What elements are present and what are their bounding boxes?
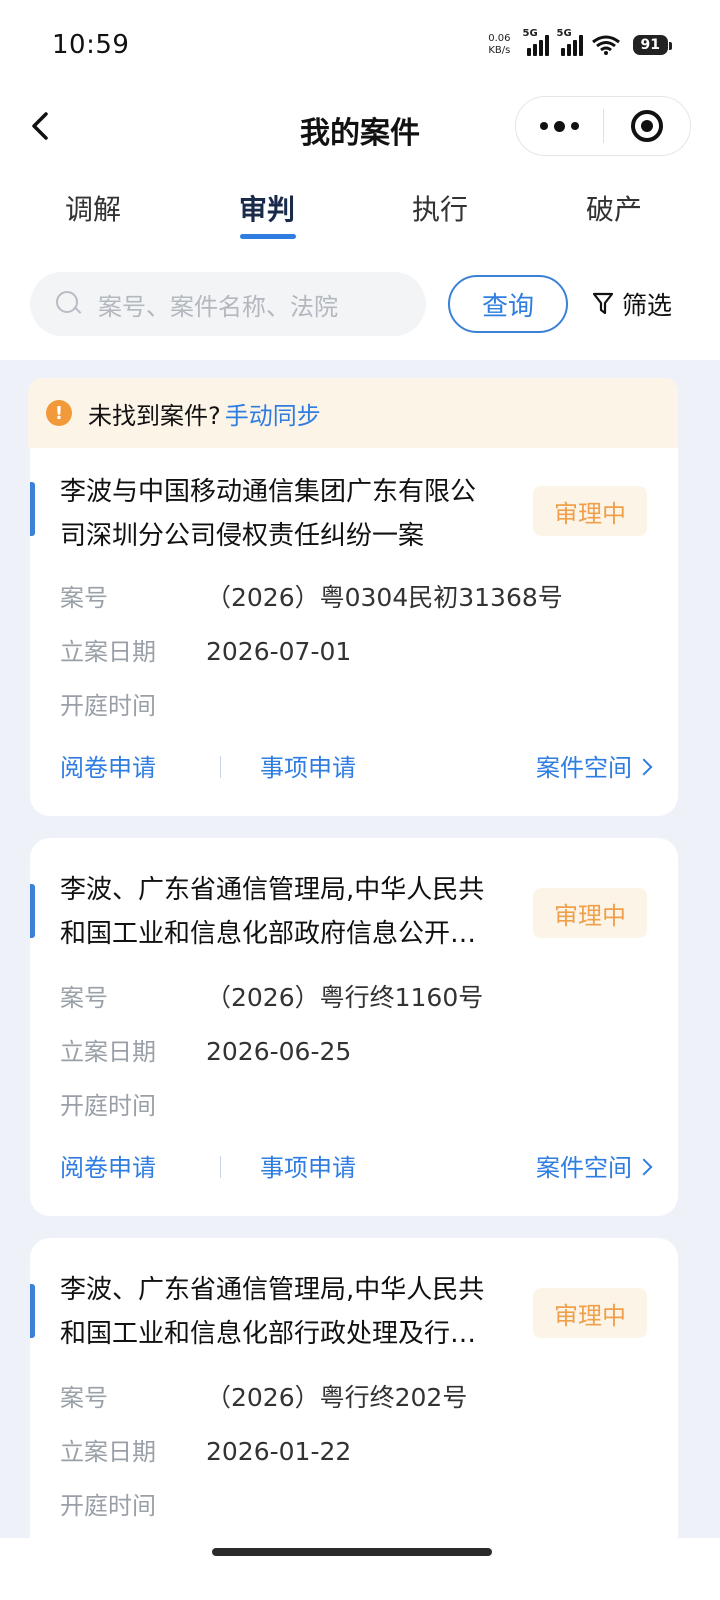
case-title-line: 李波、广东省通信管理局,中华人民共 <box>60 875 485 905</box>
tab-execution[interactable]: 执行 <box>380 188 500 228</box>
tab-trial[interactable]: 审判 <box>207 188 327 228</box>
mini-program-capsule <box>515 96 691 156</box>
case-space-label: 案件空间 <box>536 754 632 782</box>
action-divider <box>220 756 221 778</box>
sim1-label: 5G <box>522 28 538 39</box>
manual-sync-link[interactable]: 手动同步 <box>225 396 321 431</box>
case-title-line: 和国工业和信息化部政府信息公开… <box>60 919 477 949</box>
notice-text: 未找到案件? <box>88 401 221 430</box>
more-dots-icon[interactable] <box>516 97 603 155</box>
signal-icon: 5G <box>557 28 583 56</box>
action-divider <box>220 1156 221 1178</box>
case-card[interactable]: 李波与中国移动通信集团广东有限公 司深圳分公司侵权责任纠纷一案 审理中 案号 （2… <box>30 448 678 816</box>
filter-button[interactable]: 筛选 <box>592 286 672 322</box>
filing-date-value: 2026-06-25 <box>206 1037 352 1066</box>
case-no-row: 案号 （2026）粤0304民初31368号 <box>60 578 563 614</box>
status-badge: 审理中 <box>533 1288 647 1338</box>
case-space-link[interactable]: 案件空间 <box>536 1148 653 1183</box>
nav-header: 我的案件 <box>0 90 720 164</box>
signal-icon: 5G <box>523 28 549 56</box>
status-badge: 审理中 <box>533 888 647 938</box>
warning-icon: ! <box>46 400 72 426</box>
read-file-request-link[interactable]: 阅卷申请 <box>60 1148 156 1183</box>
filing-date-row: 立案日期 2026-07-01 <box>60 632 351 667</box>
target-close-icon[interactable] <box>604 97 690 155</box>
hearing-time-row: 开庭时间 <box>60 686 206 721</box>
active-tab-indicator <box>240 234 296 239</box>
card-accent <box>30 1284 35 1338</box>
matter-request-link[interactable]: 事项申请 <box>260 748 356 783</box>
case-no-label: 案号 <box>60 584 108 612</box>
filing-date-label: 立案日期 <box>60 1438 156 1466</box>
case-title-line: 和国工业和信息化部行政处理及行… <box>60 1319 477 1349</box>
case-type-tabs: 调解 审判 执行 破产 <box>0 180 720 246</box>
hearing-time-row: 开庭时间 <box>60 1486 206 1521</box>
read-file-request-link[interactable]: 阅卷申请 <box>60 748 156 783</box>
case-card[interactable]: 李波、广东省通信管理局,中华人民共 和国工业和信息化部行政处理及行… 审理中 案… <box>30 1238 678 1568</box>
case-no-value: （2026）粤行终202号 <box>206 1383 468 1412</box>
status-bar: 10:59 0.06 KB/s 5G 5G 91 <box>0 0 720 90</box>
filing-date-row: 立案日期 2026-01-22 <box>60 1432 351 1467</box>
status-badge: 审理中 <box>533 486 647 536</box>
tab-mediation[interactable]: 调解 <box>33 188 153 228</box>
net-speed: 0.06 KB/s <box>488 33 510 57</box>
chevron-right-icon <box>635 1158 653 1175</box>
case-space-label: 案件空间 <box>536 1154 632 1182</box>
case-actions: 阅卷申请 事项申请 案件空间 <box>60 748 653 788</box>
hearing-time-label: 开庭时间 <box>60 1492 156 1520</box>
case-no-label: 案号 <box>60 1384 108 1412</box>
case-no-row: 案号 （2026）粤行终202号 <box>60 1378 467 1414</box>
hearing-time-row: 开庭时间 <box>60 1086 206 1121</box>
case-title-line: 李波、广东省通信管理局,中华人民共 <box>60 1275 485 1305</box>
sim2-label: 5G <box>556 28 572 39</box>
wifi-icon <box>591 35 620 55</box>
case-space-link[interactable]: 案件空间 <box>536 748 653 783</box>
tab-bankruptcy[interactable]: 破产 <box>554 188 674 228</box>
filter-funnel-icon <box>592 292 614 315</box>
home-indicator[interactable] <box>212 1548 492 1556</box>
status-time: 10:59 <box>52 30 130 60</box>
matter-request-link[interactable]: 事项申请 <box>260 1148 356 1183</box>
case-no-value: （2026）粤行终1160号 <box>206 983 484 1012</box>
sync-notice: ! 未找到案件? 手动同步 <box>28 378 678 448</box>
battery-icon: 91 <box>632 35 673 55</box>
case-no-row: 案号 （2026）粤行终1160号 <box>60 978 483 1014</box>
case-title-line: 李波与中国移动通信集团广东有限公 <box>60 477 477 507</box>
hearing-time-label: 开庭时间 <box>60 692 156 720</box>
query-button[interactable]: 查询 <box>448 275 568 333</box>
case-actions: 阅卷申请 事项申请 案件空间 <box>60 1148 653 1188</box>
filter-label: 筛选 <box>622 291 673 320</box>
case-title: 李波、广东省通信管理局,中华人民共 和国工业和信息化部政府信息公开… <box>60 868 510 956</box>
case-title: 李波、广东省通信管理局,中华人民共 和国工业和信息化部行政处理及行… <box>60 1268 510 1356</box>
case-no-value: （2026）粤0304民初31368号 <box>206 583 563 612</box>
filing-date-label: 立案日期 <box>60 1038 156 1066</box>
search-placeholder: 案号、案件名称、法院 <box>98 292 338 321</box>
filing-date-row: 立案日期 2026-06-25 <box>60 1032 351 1067</box>
card-accent <box>30 884 35 938</box>
card-accent <box>30 482 35 536</box>
case-no-label: 案号 <box>60 984 108 1012</box>
case-card[interactable]: 李波、广东省通信管理局,中华人民共 和国工业和信息化部政府信息公开… 审理中 案… <box>30 838 678 1216</box>
search-icon <box>56 291 82 317</box>
case-list: ! 未找到案件? 手动同步 李波与中国移动通信集团广东有限公 司深圳分公司侵权责… <box>0 360 720 1568</box>
chevron-right-icon <box>635 758 653 775</box>
filing-date-label: 立案日期 <box>60 638 156 666</box>
filing-date-value: 2026-07-01 <box>206 637 352 666</box>
net-speed-value: 0.06 <box>488 33 511 44</box>
search-input[interactable]: 案号、案件名称、法院 <box>30 272 426 336</box>
case-title-line: 司深圳分公司侵权责任纠纷一案 <box>60 521 425 551</box>
net-speed-unit: KB/s <box>488 45 511 56</box>
filing-date-value: 2026-01-22 <box>206 1437 352 1466</box>
hearing-time-label: 开庭时间 <box>60 1092 156 1120</box>
status-icons: 0.06 KB/s 5G 5G 91 <box>488 28 673 57</box>
case-title: 李波与中国移动通信集团广东有限公 司深圳分公司侵权责任纠纷一案 <box>60 470 510 558</box>
